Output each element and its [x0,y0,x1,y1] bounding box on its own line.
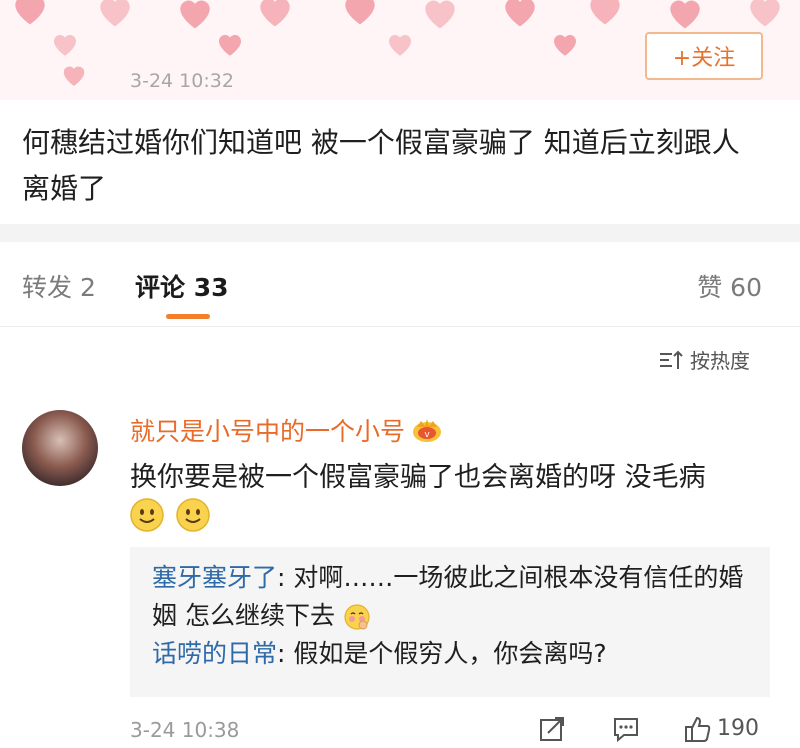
reply-text: : 假如是个假穷人，你会离吗? [277,639,607,668]
thumbs-up-icon[interactable] [684,715,712,743]
comment-emojis [130,498,210,532]
heart-icon [10,0,50,26]
section-divider [0,224,800,242]
replies-box[interactable]: 塞牙塞牙了: 对啊……一场彼此之间根本没有信任的婚姻 怎么继续下去 话唠的日常:… [130,547,770,697]
follow-button[interactable]: +关注 [645,32,763,80]
reply-item[interactable]: 塞牙塞牙了: 对啊……一场彼此之间根本没有信任的婚姻 怎么继续下去 [152,559,748,635]
post-tabs: 转发 2 评论 33 赞 60 [0,252,800,322]
tab-repost[interactable]: 转发 2 [22,268,96,304]
heart-icon [340,0,380,26]
shy-emoji-icon [344,604,370,630]
smile-emoji-icon [130,498,164,532]
svg-text:v: v [424,430,430,440]
comment-username[interactable]: 就只是小号中的一个小号 v [130,412,443,448]
post-header: 3-24 10:32 +关注 [0,0,800,100]
smile-emoji-icon [176,498,210,532]
heart-icon [50,30,80,57]
heart-icon [585,0,625,26]
sort-label: 按热度 [690,349,750,373]
username-label: 就只是小号中的一个小号 [130,417,406,446]
tab-like[interactable]: 赞 60 [697,268,762,304]
reply-item[interactable]: 话唠的日常: 假如是个假穷人，你会离吗? [152,635,748,673]
reply-username[interactable]: 塞牙塞牙了 [152,563,277,592]
post-text: 何穗结过婚你们知道吧 被一个假富豪骗了 知道后立刻跟人离婚了 [22,126,740,205]
tab-comment[interactable]: 评论 33 [135,268,229,304]
heart-icon [215,30,245,57]
tabs-divider [0,326,800,327]
share-icon[interactable] [538,715,566,743]
comment-text: 换你要是被一个假富豪骗了也会离婚的呀 没毛病 [130,462,706,493]
heart-icon [60,62,88,87]
crown-badge-icon: v [413,419,442,442]
heart-icon [745,0,785,28]
active-tab-indicator [166,314,210,319]
like-count: 190 [717,716,759,741]
heart-icon [500,0,540,28]
comment-time: 3-24 10:38 [130,718,240,742]
sort-button[interactable]: 按热度 [658,345,750,374]
sort-icon [660,350,683,369]
comment-icon[interactable] [612,715,640,743]
heart-icon [665,0,705,30]
heart-icon [550,30,580,57]
heart-icon [385,30,415,57]
heart-icon [420,0,460,30]
heart-icon [255,0,295,28]
heart-icon [95,0,135,28]
post-time: 3-24 10:32 [130,70,234,92]
avatar[interactable] [22,410,98,486]
heart-icon [175,0,215,30]
reply-username[interactable]: 话唠的日常 [152,639,277,668]
